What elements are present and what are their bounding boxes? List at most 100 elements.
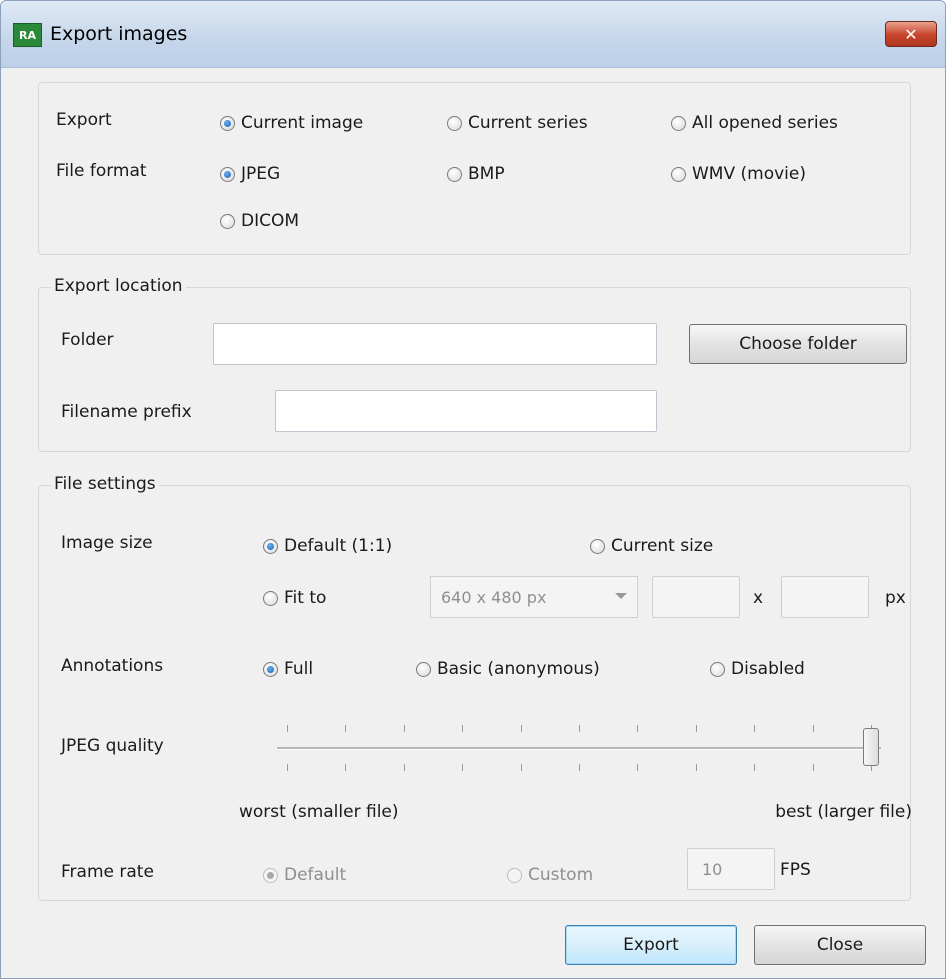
slider-tick: [404, 764, 405, 771]
radio-label: Default: [284, 865, 347, 885]
frame-rate-custom-radio[interactable]: Custom: [507, 865, 593, 885]
radio-dot-icon: [447, 115, 462, 131]
radio-label: Disabled: [731, 659, 805, 679]
radio-dot-icon: [447, 166, 462, 182]
file-format-label: File format: [56, 161, 147, 181]
annotations-label: Annotations: [61, 656, 164, 676]
dialog-body: Export Current image Current series All …: [1, 68, 945, 978]
slider-tick: [696, 725, 697, 732]
export-current-series-radio[interactable]: Current series: [447, 113, 588, 133]
slider-tick: [579, 725, 580, 732]
image-size-fit-to-radio[interactable]: Fit to: [263, 588, 326, 608]
fit-to-size-dropdown[interactable]: 640 x 480 px: [430, 576, 638, 618]
slider-tick: [521, 764, 522, 771]
radio-dot-icon: [263, 538, 278, 554]
folder-label: Folder: [61, 330, 114, 350]
fps-input[interactable]: 10: [687, 848, 775, 890]
dropdown-value: 640 x 480 px: [441, 587, 547, 607]
radio-dot-icon: [710, 661, 725, 677]
frame-rate-label: Frame rate: [61, 862, 154, 882]
jpeg-quality-max-label: best (larger file): [775, 802, 912, 822]
export-location-group: Export location Folder Choose folder Fil…: [38, 276, 911, 452]
slider-tick: [754, 725, 755, 732]
close-icon: ✕: [904, 24, 918, 44]
image-size-label: Image size: [61, 533, 153, 553]
radio-dot-icon: [263, 867, 278, 883]
slider-tick: [637, 764, 638, 771]
annotations-disabled-radio[interactable]: Disabled: [710, 659, 805, 679]
radio-dot-icon: [263, 661, 278, 677]
radio-label: Current size: [611, 536, 714, 556]
export-options-group: Export Current image Current series All …: [38, 82, 911, 255]
radio-label: Fit to: [284, 588, 327, 608]
slider-tick: [637, 725, 638, 732]
size-unit-px: px: [885, 588, 906, 608]
radio-label: Current image: [241, 113, 364, 133]
slider-tick: [521, 725, 522, 732]
slider-tick: [345, 725, 346, 732]
window-close-button[interactable]: ✕: [885, 21, 937, 47]
image-size-current-radio[interactable]: Current size: [590, 536, 713, 556]
fps-unit-label: FPS: [780, 860, 811, 880]
radio-dot-icon: [671, 166, 686, 182]
radio-label: Full: [284, 659, 314, 679]
close-button[interactable]: Close: [754, 925, 926, 965]
format-jpeg-radio[interactable]: JPEG: [220, 164, 280, 184]
export-label: Export: [56, 110, 112, 130]
radio-dot-icon: [220, 166, 235, 182]
radio-label: Default (1:1): [284, 536, 393, 556]
fit-width-input[interactable]: [652, 576, 740, 618]
format-dicom-radio[interactable]: DICOM: [220, 211, 299, 231]
radio-label: BMP: [468, 164, 505, 184]
radio-label: Basic (anonymous): [437, 659, 600, 679]
format-bmp-radio[interactable]: BMP: [447, 164, 505, 184]
slider-track: [277, 747, 881, 750]
jpeg-quality-min-label: worst (smaller file): [239, 802, 399, 822]
image-size-default-radio[interactable]: Default (1:1): [263, 536, 392, 556]
size-separator-x: x: [753, 588, 764, 608]
slider-thumb[interactable]: [863, 728, 879, 766]
chevron-down-icon: [615, 593, 627, 599]
folder-input[interactable]: [213, 323, 657, 365]
annotations-full-radio[interactable]: Full: [263, 659, 313, 679]
radio-label: WMV (movie): [692, 164, 806, 184]
app-logo-icon: RA: [13, 23, 42, 47]
jpeg-quality-slider[interactable]: [277, 711, 881, 781]
radio-label: All opened series: [692, 113, 838, 133]
file-settings-group: File settings Image size Default (1:1) C…: [38, 474, 912, 901]
export-all-opened-series-radio[interactable]: All opened series: [671, 113, 838, 133]
filename-prefix-label: Filename prefix: [61, 402, 192, 422]
format-wmv-radio[interactable]: WMV (movie): [671, 164, 806, 184]
slider-tick: [287, 764, 288, 771]
radio-dot-icon: [507, 867, 522, 883]
slider-tick: [462, 725, 463, 732]
slider-tick: [579, 764, 580, 771]
app-logo-text: RA: [19, 28, 36, 42]
slider-tick: [754, 764, 755, 771]
slider-tick: [813, 764, 814, 771]
filename-prefix-input[interactable]: [275, 390, 657, 432]
choose-folder-button[interactable]: Choose folder: [689, 324, 907, 364]
radio-label: JPEG: [241, 164, 281, 184]
radio-label: DICOM: [241, 211, 300, 231]
slider-tick: [345, 764, 346, 771]
slider-tick: [404, 725, 405, 732]
export-location-title: Export location: [51, 276, 186, 296]
radio-dot-icon: [416, 661, 431, 677]
fit-height-input[interactable]: [781, 576, 869, 618]
export-images-dialog: RA Export images ✕ Export Current image …: [0, 0, 946, 979]
jpeg-quality-label: JPEG quality: [61, 736, 164, 756]
title-bar: RA Export images ✕: [1, 1, 945, 68]
radio-dot-icon: [263, 590, 278, 606]
radio-dot-icon: [590, 538, 605, 554]
slider-tick: [813, 725, 814, 732]
radio-dot-icon: [220, 115, 235, 131]
slider-tick: [696, 764, 697, 771]
slider-tick: [287, 725, 288, 732]
export-current-image-radio[interactable]: Current image: [220, 113, 363, 133]
radio-label: Custom: [528, 865, 594, 885]
annotations-basic-radio[interactable]: Basic (anonymous): [416, 659, 600, 679]
export-button[interactable]: Export: [565, 925, 737, 965]
radio-dot-icon: [220, 213, 235, 229]
frame-rate-default-radio[interactable]: Default: [263, 865, 346, 885]
